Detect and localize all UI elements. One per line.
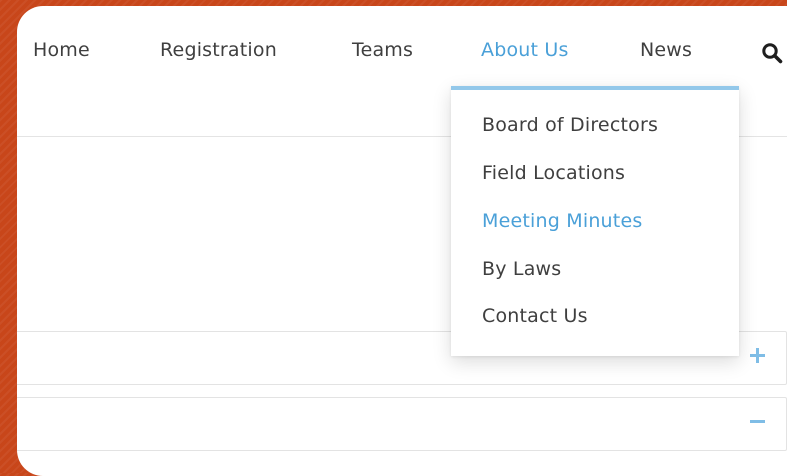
nav-item-registration[interactable]: Registration — [160, 39, 277, 61]
search-icon[interactable] — [761, 42, 783, 64]
menu-item-meeting-minutes[interactable]: Meeting Minutes — [482, 210, 642, 232]
nav-item-news[interactable]: News — [640, 39, 692, 61]
menu-item-board-of-directors[interactable]: Board of Directors — [482, 114, 658, 136]
page-panel: Home Registration Teams About Us News Bo… — [17, 6, 787, 476]
nav-item-home[interactable]: Home — [33, 39, 90, 61]
accordion-section-2[interactable] — [17, 397, 787, 451]
menu-item-field-locations[interactable]: Field Locations — [482, 162, 625, 184]
plus-icon[interactable] — [748, 346, 766, 364]
menu-item-by-laws[interactable]: By Laws — [482, 258, 561, 280]
minus-icon[interactable] — [748, 412, 766, 430]
nav-item-teams[interactable]: Teams — [352, 39, 413, 61]
menu-item-contact-us[interactable]: Contact Us — [482, 305, 588, 327]
nav-item-about-us[interactable]: About Us — [481, 39, 569, 61]
about-us-dropdown-menu: Board of Directors Field Locations Meeti… — [451, 86, 739, 356]
